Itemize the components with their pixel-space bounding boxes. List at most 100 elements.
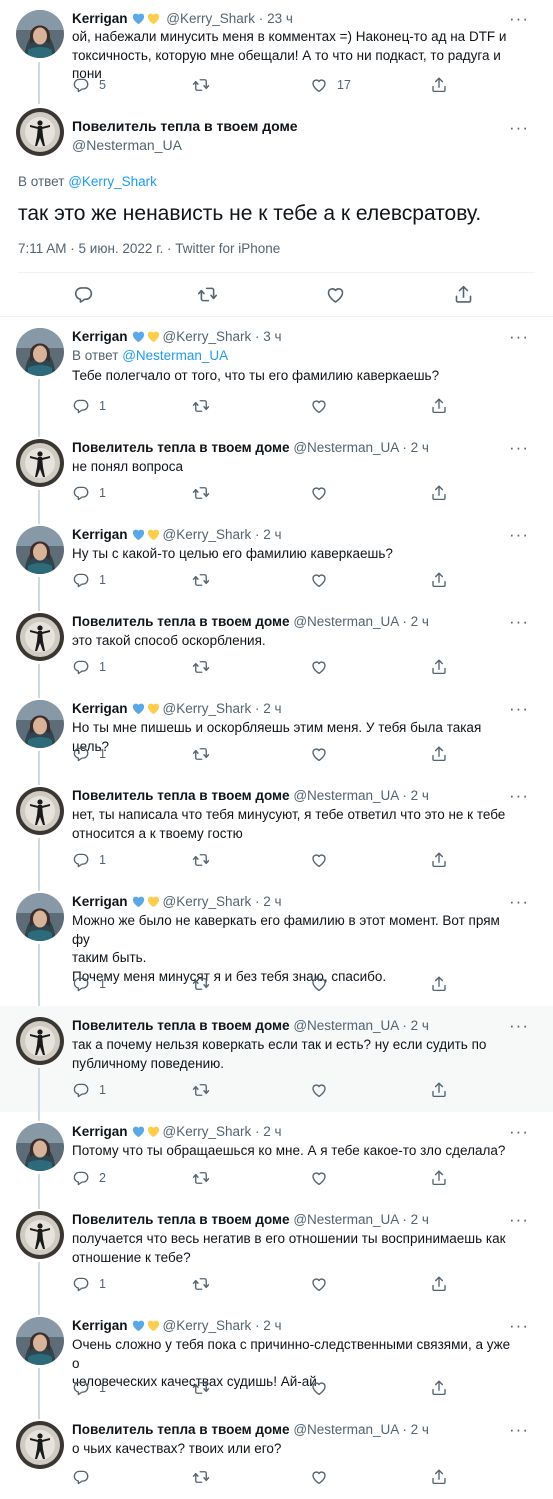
reply-button[interactable]: 1 bbox=[72, 1378, 106, 1398]
reply-button[interactable]: 1 bbox=[72, 1274, 106, 1294]
retweet-button[interactable] bbox=[192, 396, 210, 416]
reply-button[interactable]: 1 bbox=[72, 1080, 106, 1100]
share-button[interactable] bbox=[430, 1274, 448, 1294]
author-name[interactable]: Kerrigan bbox=[72, 1318, 128, 1333]
retweet-button[interactable] bbox=[192, 974, 210, 994]
reply-button[interactable]: 1 bbox=[72, 657, 106, 677]
reply-button[interactable]: 1 bbox=[72, 396, 106, 416]
author-name[interactable]: Kerrigan bbox=[72, 11, 128, 26]
reply-button[interactable]: 1 bbox=[72, 570, 106, 590]
reply-button[interactable]: 1 bbox=[72, 483, 106, 503]
author-name[interactable]: Повелитель тепла в твоем доме bbox=[72, 440, 290, 455]
author-handle[interactable]: @Kerry_Shark bbox=[163, 701, 252, 716]
reply-tweet[interactable]: Повелитель тепла в твоем доме @Nesterman… bbox=[0, 602, 553, 689]
avatar[interactable] bbox=[16, 1123, 64, 1171]
more-icon[interactable]: ··· bbox=[509, 526, 529, 543]
avatar[interactable] bbox=[16, 787, 64, 835]
author-name[interactable]: Kerrigan bbox=[72, 894, 128, 909]
reply-tweet[interactable]: Kerrigan @Kerry_Shark · 3 ч ··· В ответ @Ne… bbox=[0, 317, 553, 428]
reply-tweet[interactable]: Kerrigan @Kerry_Shark · 2 ч ··· Ну ты с как… bbox=[0, 515, 553, 602]
author-name[interactable]: Kerrigan bbox=[72, 329, 128, 344]
like-button[interactable] bbox=[310, 744, 328, 764]
author-handle[interactable]: @Nesterman_UA bbox=[293, 1018, 398, 1033]
like-button[interactable] bbox=[310, 850, 328, 870]
tweet-time[interactable]: 23 ч bbox=[267, 11, 293, 26]
author-name[interactable]: Повелитель тепла в твоем доме bbox=[72, 614, 290, 629]
author-name[interactable]: Повелитель тепла в твоем доме bbox=[72, 118, 298, 134]
like-button[interactable] bbox=[310, 1467, 328, 1487]
author-handle[interactable]: @Kerry_Shark bbox=[163, 1318, 252, 1333]
tweet-time[interactable]: 2 ч bbox=[411, 788, 429, 803]
reply-tweet[interactable]: Kerrigan @Kerry_Shark · 2 ч ··· Можно же бы… bbox=[0, 882, 553, 1006]
author-handle[interactable]: @Nesterman_UA bbox=[72, 137, 182, 153]
reply-button[interactable]: 1 bbox=[72, 850, 106, 870]
more-icon[interactable]: ··· bbox=[509, 328, 529, 345]
author-handle[interactable]: @Kerry_Shark bbox=[163, 894, 252, 909]
like-button[interactable] bbox=[310, 1080, 328, 1100]
like-button[interactable] bbox=[310, 396, 328, 416]
author-handle[interactable]: @Kerry_Shark bbox=[163, 527, 252, 542]
avatar[interactable] bbox=[16, 10, 64, 58]
retweet-button[interactable] bbox=[197, 283, 218, 305]
tweet-time[interactable]: 2 ч bbox=[263, 1318, 281, 1333]
author-name[interactable]: Повелитель тепла в твоем доме bbox=[72, 1422, 290, 1437]
reply-button[interactable] bbox=[72, 1467, 90, 1487]
tweet-timestamp[interactable]: 7:11 AM · 5 июн. 2022 г. · Twitter for i… bbox=[18, 241, 280, 256]
author-name[interactable]: Kerrigan bbox=[72, 701, 128, 716]
tweet-time[interactable]: 3 ч bbox=[263, 329, 281, 344]
author-handle[interactable]: @Kerry_Shark bbox=[163, 329, 252, 344]
reply-button[interactable]: 5 bbox=[72, 75, 106, 95]
avatar[interactable] bbox=[16, 613, 64, 661]
like-button[interactable] bbox=[310, 1274, 328, 1294]
reply-tweet[interactable]: Kerrigan @Kerry_Shark · 2 ч ··· Потому что … bbox=[0, 1112, 553, 1200]
more-icon[interactable]: ··· bbox=[509, 787, 529, 804]
avatar[interactable] bbox=[16, 108, 64, 156]
tweet-time[interactable]: 2 ч bbox=[411, 1212, 429, 1227]
retweet-button[interactable] bbox=[192, 657, 210, 677]
avatar[interactable] bbox=[16, 893, 64, 941]
avatar[interactable] bbox=[16, 439, 64, 487]
more-icon[interactable]: ··· bbox=[509, 1211, 529, 1228]
reply-to-link[interactable]: @Nesterman_UA bbox=[122, 348, 228, 363]
author-handle[interactable]: @Nesterman_UA bbox=[293, 788, 398, 803]
more-icon[interactable]: ··· bbox=[509, 118, 529, 138]
reply-tweet[interactable]: Повелитель тепла в твоем доме @Nesterman… bbox=[0, 1410, 553, 1499]
author-handle[interactable]: @Nesterman_UA bbox=[293, 1212, 398, 1227]
retweet-button[interactable] bbox=[192, 1168, 210, 1188]
author-name[interactable]: Повелитель тепла в твоем доме bbox=[72, 1212, 290, 1227]
more-icon[interactable]: ··· bbox=[509, 613, 529, 630]
reply-tweet[interactable]: Повелитель тепла в твоем доме @Nesterman… bbox=[0, 428, 553, 515]
share-button[interactable] bbox=[430, 850, 448, 870]
more-icon[interactable]: ··· bbox=[509, 1421, 529, 1438]
more-icon[interactable]: ··· bbox=[509, 10, 529, 27]
more-icon[interactable]: ··· bbox=[509, 1123, 529, 1140]
reply-tweet[interactable]: Повелитель тепла в твоем доме @Nesterman… bbox=[0, 776, 553, 882]
retweet-button[interactable] bbox=[192, 850, 210, 870]
retweet-button[interactable] bbox=[192, 570, 210, 590]
author-handle[interactable]: @Kerry_Shark bbox=[166, 11, 255, 26]
share-button[interactable] bbox=[430, 974, 448, 994]
like-button[interactable] bbox=[310, 483, 328, 503]
retweet-button[interactable] bbox=[192, 483, 210, 503]
avatar[interactable] bbox=[16, 1211, 64, 1259]
tweet-time[interactable]: 2 ч bbox=[263, 894, 281, 909]
author-name[interactable]: Kerrigan bbox=[72, 1124, 128, 1139]
reply-button[interactable]: 1 bbox=[72, 974, 106, 994]
tweet-time[interactable]: 2 ч bbox=[411, 440, 429, 455]
avatar[interactable] bbox=[16, 526, 64, 574]
avatar[interactable] bbox=[16, 700, 64, 748]
share-button[interactable] bbox=[430, 1467, 448, 1487]
tweet-time[interactable]: 2 ч bbox=[411, 614, 429, 629]
like-button[interactable] bbox=[310, 570, 328, 590]
avatar[interactable] bbox=[16, 1317, 64, 1365]
like-button[interactable] bbox=[310, 974, 328, 994]
tweet-time[interactable]: 2 ч bbox=[263, 527, 281, 542]
retweet-button[interactable] bbox=[192, 1467, 210, 1487]
tweet-time[interactable]: 2 ч bbox=[411, 1422, 429, 1437]
author-name[interactable]: Kerrigan bbox=[72, 527, 128, 542]
reply-tweet[interactable]: Kerrigan @Kerry_Shark · 2 ч ··· Но ты мне п… bbox=[0, 689, 553, 776]
retweet-button[interactable] bbox=[192, 744, 210, 764]
avatar[interactable] bbox=[16, 1017, 64, 1065]
like-button[interactable] bbox=[310, 657, 328, 677]
share-button[interactable] bbox=[430, 570, 448, 590]
